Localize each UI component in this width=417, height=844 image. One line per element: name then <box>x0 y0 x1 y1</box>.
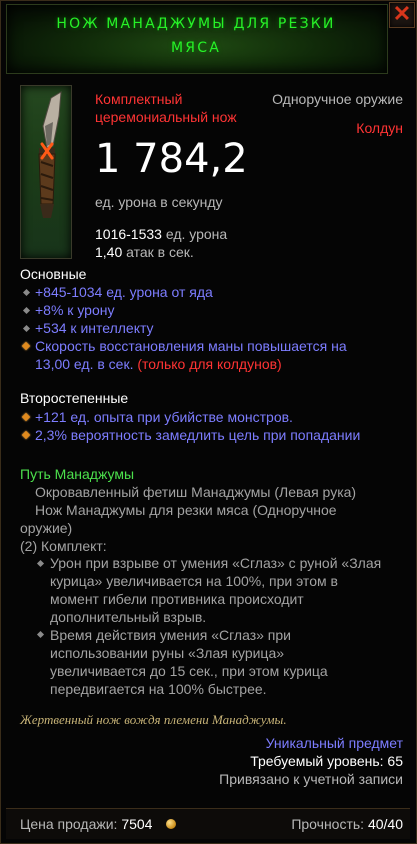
sell-price: Цена продажи: 7504 <box>20 816 152 832</box>
item-rarity: Уникальный предмет <box>265 735 403 751</box>
dps-label: ед. урона в секунду <box>95 194 223 210</box>
item-icon-frame <box>20 85 72 259</box>
primary-special-line2: 13,00 ед. в сек. (только для колдунов) <box>35 356 282 372</box>
secondary-stat-2: 2,3% вероятность замедлить цель при попа… <box>35 427 361 443</box>
set-item-1: Окровавленный фетиш Манаджумы (Левая рук… <box>35 484 357 500</box>
secondary-heading: Второстепенные <box>20 390 129 406</box>
item-title: НОЖ МАНАДЖУМЫ ДЛЯ РЕЗКИ МЯСА <box>6 12 386 60</box>
durability: Прочность: 40/40 <box>291 816 403 832</box>
attack-speed: 1,40 <box>95 244 123 260</box>
flavor-text: Жертвенный нож вождя племени Манаджумы. <box>20 712 287 727</box>
special-note: (только для колдунов) <box>137 356 282 372</box>
item-class: Колдун <box>356 120 403 136</box>
ceremonial-knife-icon <box>38 91 62 218</box>
set-item-2-cont: оружие) <box>20 520 73 536</box>
set-bonus1-line4: дополнительный взрыв. <box>50 609 207 625</box>
damage-range: 1016-1533 <box>95 226 162 242</box>
set-item-2: Нож Манаджумы для резки мяса (Одноручное <box>35 502 337 518</box>
set-bonus2-line1: Время действия умения «Сглаз» при <box>50 627 291 643</box>
sell-value: 7504 <box>121 816 153 832</box>
primary-stat-1: +845-1034 ед. урона от яда <box>35 284 213 300</box>
set-bonus1-line3: момент гибели противника происходит <box>50 591 304 607</box>
set-bonus2-line4: передвигается на 100% быстрее. <box>50 681 267 697</box>
sell-label: Цена продажи: <box>20 816 118 832</box>
set-bonus1-line1: Урон при взрыве от умения «Сглаз» с руно… <box>50 555 382 571</box>
item-title-line2: МЯСА <box>171 40 221 56</box>
primary-heading: Основные <box>20 266 87 282</box>
damage-label: ед. урона <box>165 226 228 242</box>
primary-stat-3: +534 к интеллекту <box>35 320 154 336</box>
item-type-line2: церемониальный нож <box>95 109 237 125</box>
attack-speed-line: 1,40 атак в сек. <box>95 244 194 260</box>
required-level: Требуемый уровень: 65 <box>250 753 403 769</box>
set-bonus-heading: (2) Комплект: <box>20 538 107 554</box>
gold-coin-icon <box>166 819 176 829</box>
account-bound: Привязано к учетной записи <box>219 771 403 787</box>
attack-speed-label: атак в сек. <box>126 244 194 260</box>
close-button[interactable]: ✕ <box>389 2 415 28</box>
close-icon: ✕ <box>392 1 412 26</box>
set-name: Путь Манаджумы <box>20 466 135 482</box>
item-title-line1: НОЖ МАНАДЖУМЫ ДЛЯ РЕЗКИ <box>56 16 336 32</box>
primary-special-line1: Скорость восстановления маны повышается … <box>35 338 347 354</box>
item-dps: 1 784,2 <box>95 136 248 182</box>
item-slot: Одноручное оружие <box>272 91 403 107</box>
secondary-stat-1: +121 ед. опыта при убийстве монстров. <box>35 409 293 425</box>
primary-stat-2: +8% к урону <box>35 302 115 318</box>
damage-line: 1016-1533 ед. урона <box>95 226 227 242</box>
item-type-line1: Комплектный <box>95 91 183 107</box>
special-value: 13,00 ед. в сек. <box>35 356 134 372</box>
durability-label: Прочность: <box>291 816 365 832</box>
set-bonus1-line2: курица» увеличивается на 100%, при этом … <box>50 573 338 589</box>
durability-value: 40/40 <box>367 816 403 832</box>
set-bonus2-line2: использовании руны «Злая курица» <box>50 645 285 661</box>
set-bonus2-line3: увеличивается до 15 сек., при этом куриц… <box>50 663 328 679</box>
